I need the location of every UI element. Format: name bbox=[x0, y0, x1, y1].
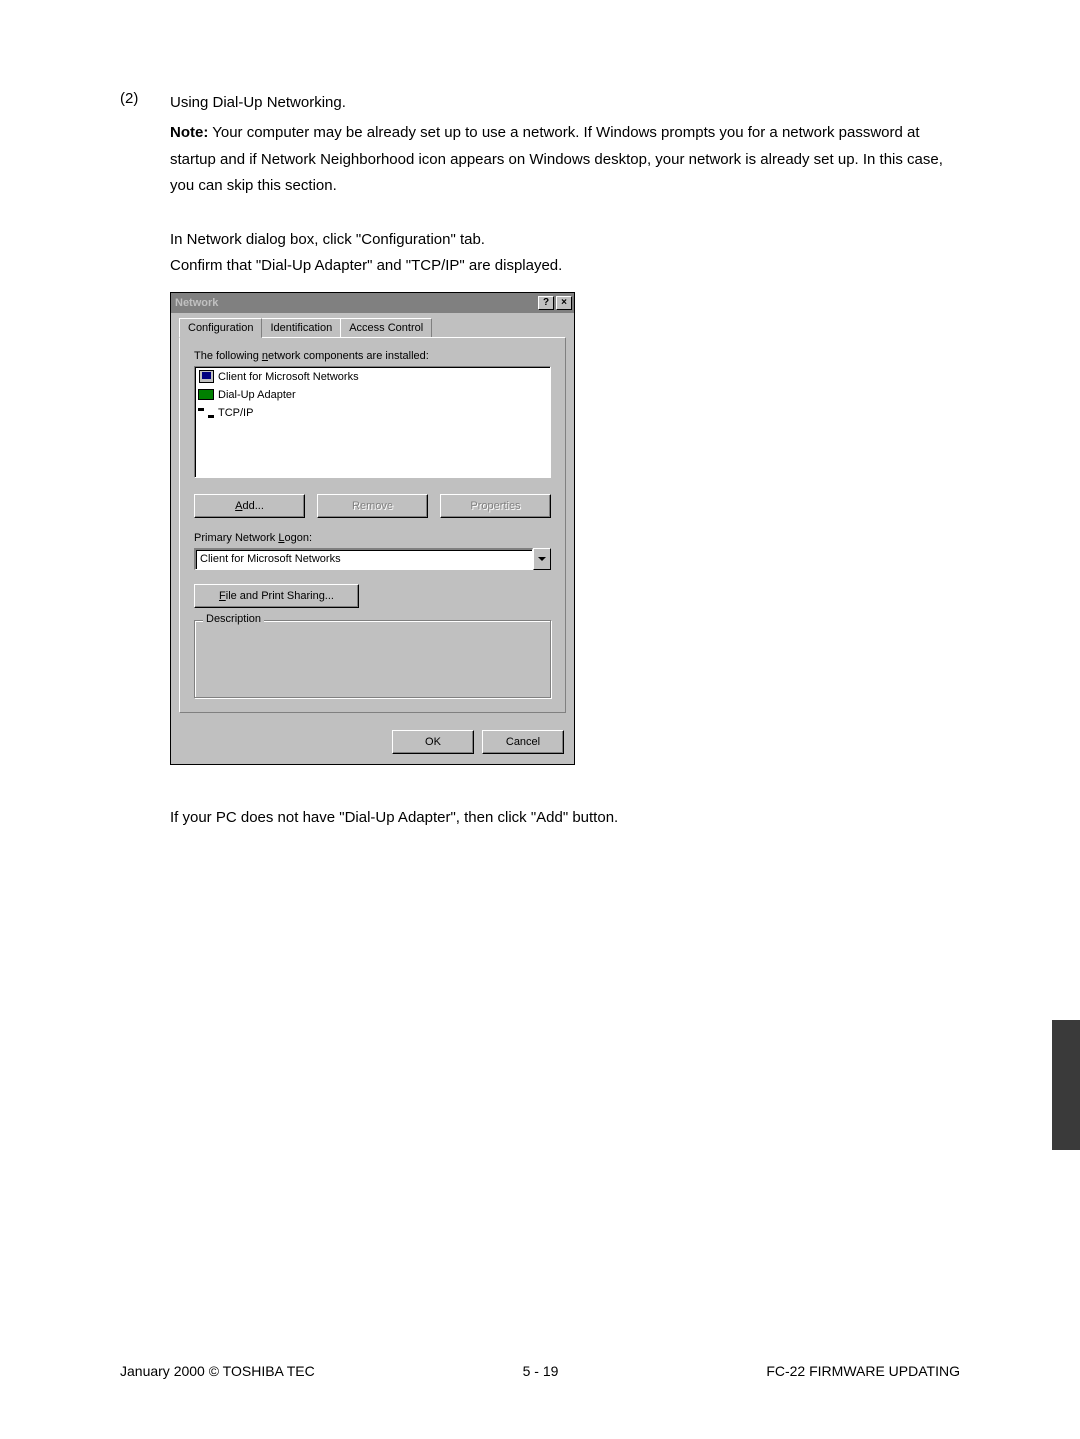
description-groupbox: Description bbox=[194, 620, 551, 698]
after-dialog-text: If your PC does not have "Dial-Up Adapte… bbox=[170, 805, 960, 831]
section-number: (2) bbox=[120, 90, 170, 116]
list-item-label: Client for Microsoft Networks bbox=[218, 371, 359, 383]
protocol-icon bbox=[198, 405, 214, 421]
components-listbox[interactable]: Client for Microsoft Networks Dial-Up Ad… bbox=[194, 366, 551, 478]
instruction-line-2: Confirm that "Dial-Up Adapter" and "TCP/… bbox=[170, 253, 960, 279]
chevron-down-icon[interactable] bbox=[533, 548, 551, 570]
instruction-line-1: In Network dialog box, click "Configurat… bbox=[170, 227, 960, 253]
note-paragraph: Note: Your computer may be already set u… bbox=[170, 120, 960, 199]
remove-button[interactable]: Remove bbox=[317, 494, 428, 518]
footer-right: FC-22 FIRMWARE UPDATING bbox=[766, 1363, 960, 1379]
primary-logon-value: Client for Microsoft Networks bbox=[194, 548, 533, 570]
help-button[interactable]: ? bbox=[538, 296, 554, 310]
tab-access-control[interactable]: Access Control bbox=[340, 318, 432, 338]
client-icon bbox=[198, 369, 214, 385]
ok-button[interactable]: OK bbox=[392, 730, 474, 754]
titlebar[interactable]: Network ? × bbox=[171, 293, 574, 313]
list-item[interactable]: Dial-Up Adapter bbox=[196, 386, 549, 404]
page-footer: January 2000 © TOSHIBA TEC 5 - 19 FC-22 … bbox=[120, 1363, 960, 1379]
list-item-label: Dial-Up Adapter bbox=[218, 389, 296, 401]
network-dialog: Network ? × Configuration Identification… bbox=[170, 292, 575, 765]
components-label: The following network components are ins… bbox=[194, 350, 551, 362]
note-text: Your computer may be already set up to u… bbox=[170, 124, 943, 194]
list-item[interactable]: Client for Microsoft Networks bbox=[196, 368, 549, 386]
footer-left: January 2000 © TOSHIBA TEC bbox=[120, 1363, 315, 1379]
primary-logon-label: Primary Network Logon: bbox=[194, 532, 551, 544]
side-thumb-tab bbox=[1052, 1020, 1080, 1150]
note-label: Note: bbox=[170, 124, 208, 141]
properties-button[interactable]: Properties bbox=[440, 494, 551, 518]
primary-logon-combobox[interactable]: Client for Microsoft Networks bbox=[194, 548, 551, 570]
tab-identification[interactable]: Identification bbox=[261, 318, 341, 338]
file-print-sharing-button[interactable]: File and Print Sharing... bbox=[194, 584, 359, 608]
close-button[interactable]: × bbox=[556, 296, 572, 310]
tab-configuration[interactable]: Configuration bbox=[179, 318, 262, 338]
cancel-button[interactable]: Cancel bbox=[482, 730, 564, 754]
section-title: Using Dial-Up Networking. bbox=[170, 90, 960, 116]
description-label: Description bbox=[203, 613, 264, 625]
list-item-label: TCP/IP bbox=[218, 407, 253, 419]
dialog-title: Network bbox=[175, 297, 218, 309]
add-button[interactable]: Add... bbox=[194, 494, 305, 518]
footer-center: 5 - 19 bbox=[523, 1363, 559, 1379]
adapter-icon bbox=[198, 387, 214, 403]
configuration-panel: The following network components are ins… bbox=[179, 337, 566, 713]
list-item[interactable]: TCP/IP bbox=[196, 404, 549, 422]
